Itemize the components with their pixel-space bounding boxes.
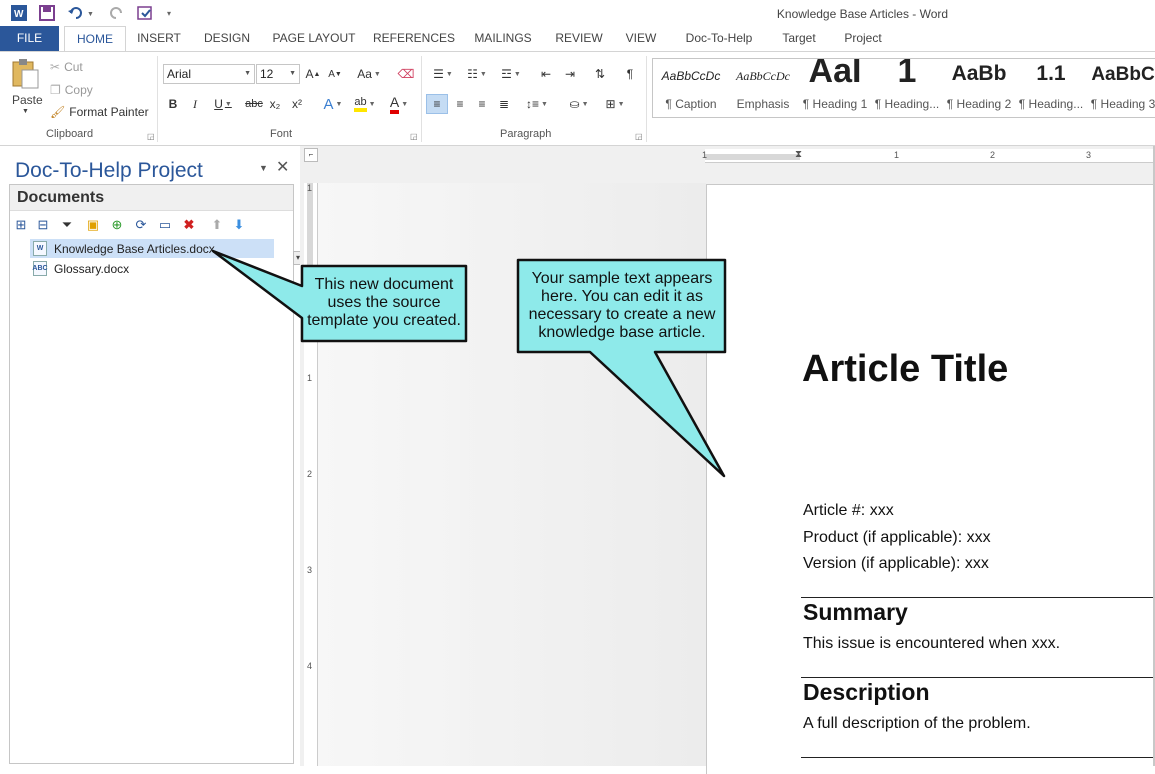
callout-right-text: Your sample text appears here. You can e… [528,270,716,341]
callout-left-text: This new document uses the source templa… [307,276,461,329]
callout-shapes [211,249,727,478]
